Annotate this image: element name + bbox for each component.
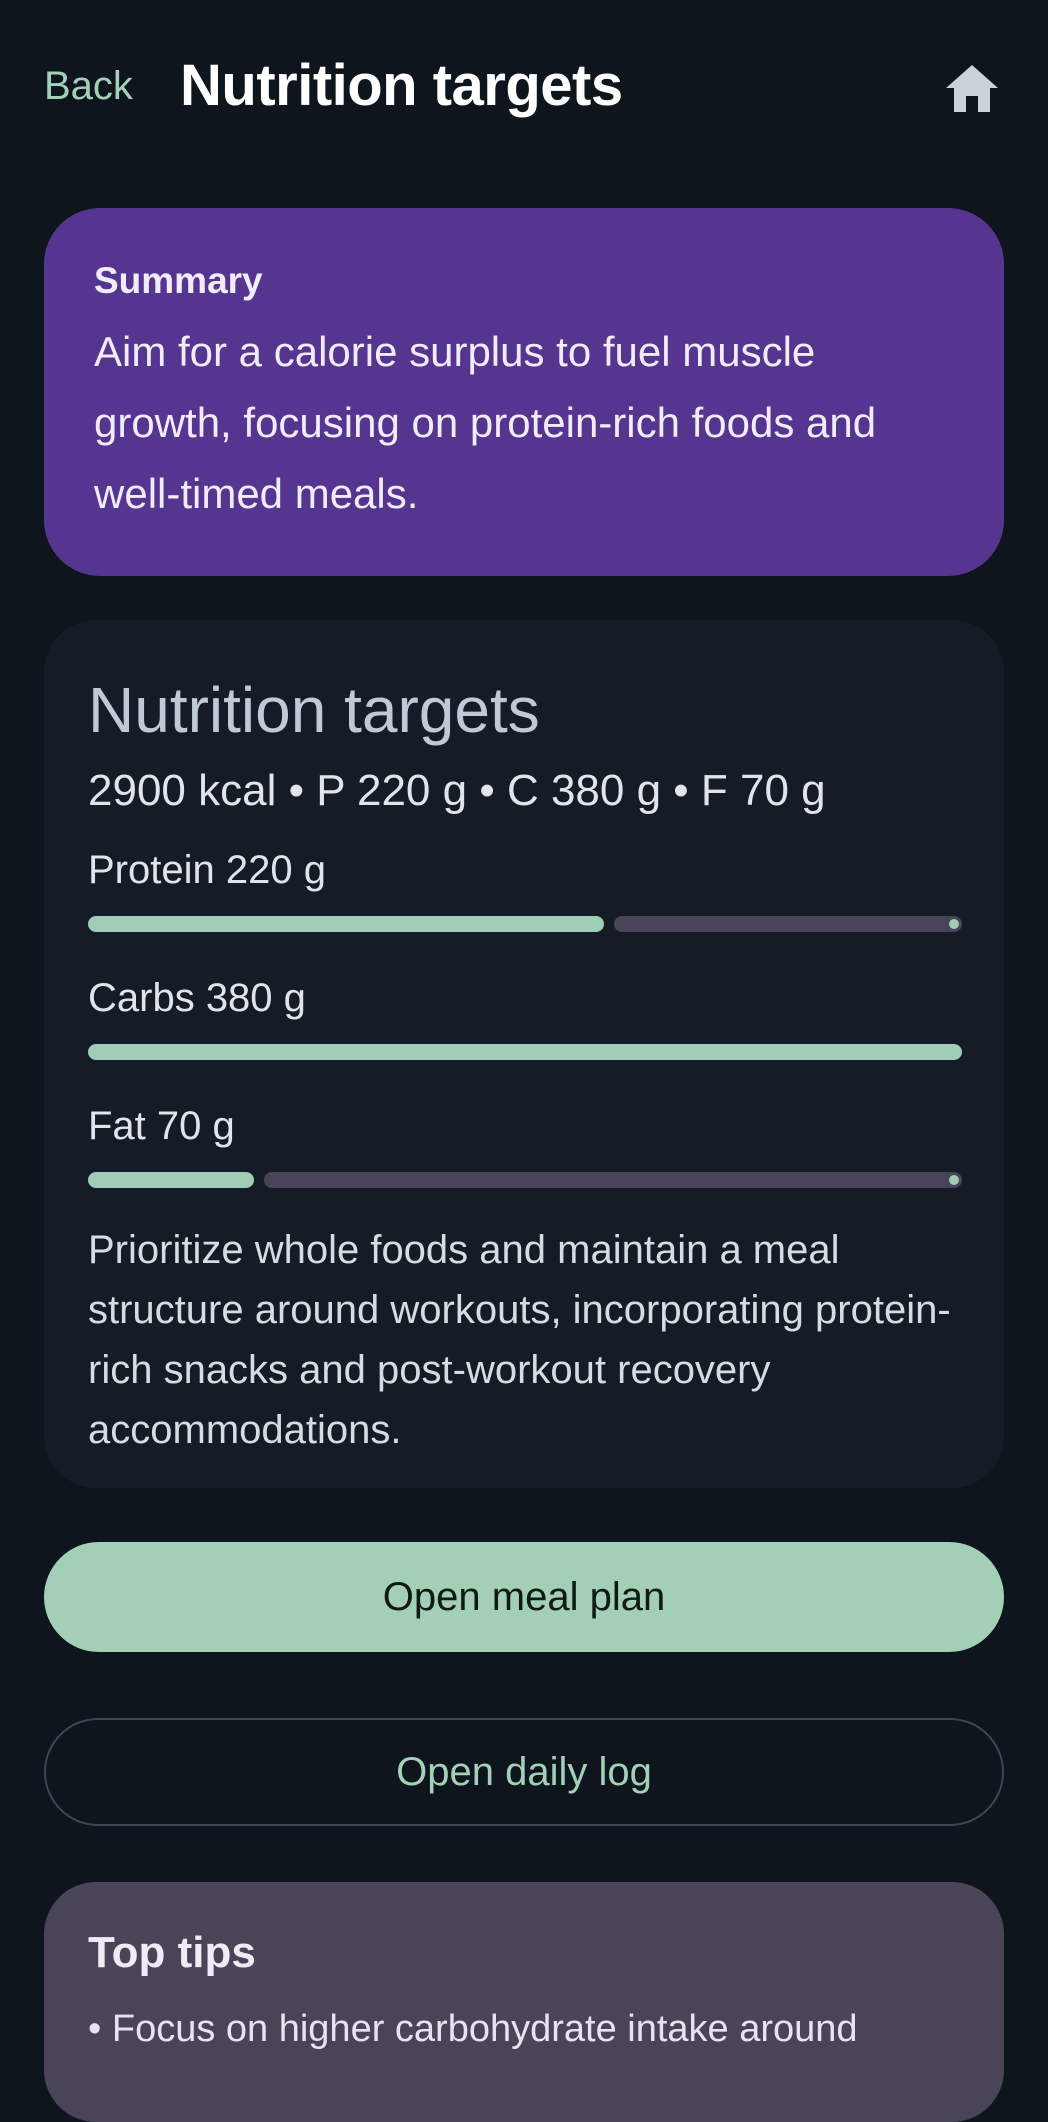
macro-fat: Fat 70 g xyxy=(88,1102,962,1188)
macro-label: Fat 70 g xyxy=(88,1104,235,1148)
macro-label: Carbs 380 g xyxy=(88,976,306,1020)
tips-title: Top tips xyxy=(88,1928,256,1977)
macro-carbs: Carbs 380 g xyxy=(88,974,962,1060)
targets-note: Prioritize whole foods and maintain a me… xyxy=(88,1228,951,1452)
progress-fill xyxy=(88,1172,254,1188)
nutrition-targets-card: Nutrition targets 2900 kcal • P 220 g • … xyxy=(44,620,1004,1488)
progress-end-dot xyxy=(949,919,959,929)
summary-label: Summary xyxy=(94,260,263,301)
open-daily-log-button[interactable]: Open daily log xyxy=(44,1718,1004,1826)
progress-fill xyxy=(88,916,604,932)
progress-end-dot xyxy=(949,1175,959,1185)
progress-track xyxy=(264,1172,962,1188)
top-app-bar: Back Nutrition targets xyxy=(0,0,1048,180)
tips-item: • Focus on higher carbohydrate intake ar… xyxy=(88,2008,858,2050)
top-tips-card: Top tips • Focus on higher carbohydrate … xyxy=(44,1882,1004,2122)
progress-fill xyxy=(88,1044,962,1060)
progress-bar xyxy=(88,916,962,932)
open-meal-plan-button[interactable]: Open meal plan xyxy=(44,1542,1004,1652)
macro-protein: Protein 220 g xyxy=(88,846,962,932)
home-icon[interactable] xyxy=(944,62,1000,114)
back-button[interactable]: Back xyxy=(44,64,133,109)
progress-bar xyxy=(88,1172,962,1188)
targets-title: Nutrition targets xyxy=(88,674,540,746)
progress-track xyxy=(614,916,962,932)
targets-summary-line: 2900 kcal • P 220 g • C 380 g • F 70 g xyxy=(88,766,826,815)
progress-bar xyxy=(88,1044,962,1060)
page-title: Nutrition targets xyxy=(180,53,623,118)
summary-text: Aim for a calorie surplus to fuel muscle… xyxy=(94,328,877,517)
macro-label: Protein 220 g xyxy=(88,848,326,892)
summary-card: Summary Aim for a calorie surplus to fue… xyxy=(44,208,1004,576)
